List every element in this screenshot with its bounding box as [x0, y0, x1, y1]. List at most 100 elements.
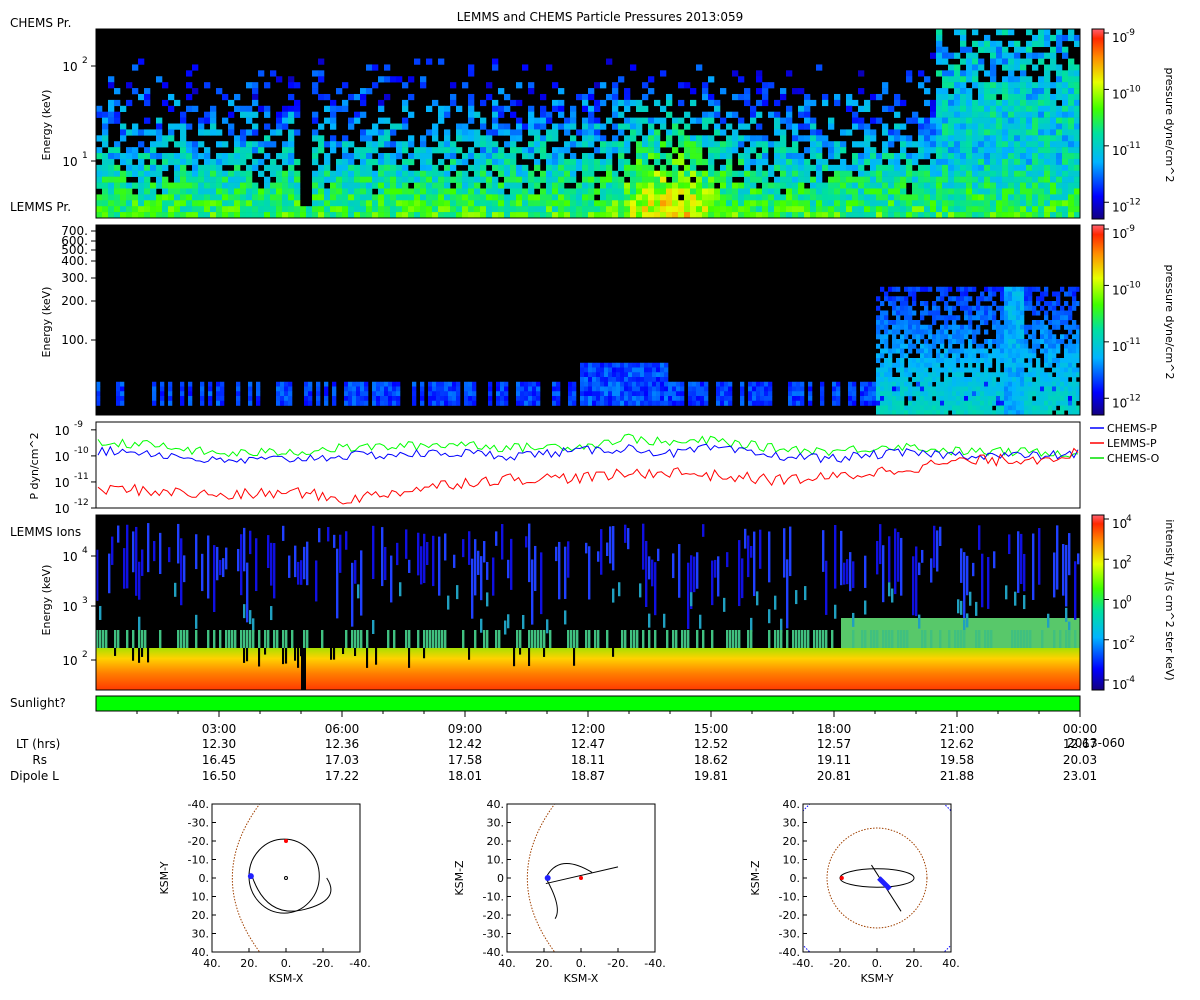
spectrogram-cell — [1028, 405, 1033, 411]
spectrogram-cell — [1060, 367, 1065, 373]
spectrogram-cell — [738, 93, 745, 101]
spectrogram-cell — [870, 188, 877, 195]
spectrogram-cell — [222, 182, 229, 189]
spectrogram-cell — [1008, 362, 1013, 368]
spectrogram-cell — [882, 147, 889, 154]
spectrogram-cell — [108, 170, 115, 177]
ions-band-top — [180, 630, 183, 648]
spectrogram-cell — [702, 93, 709, 101]
spectrogram-cell — [528, 153, 535, 160]
spectrogram-cell — [996, 158, 1003, 166]
spectrogram-cell — [654, 200, 661, 207]
spectrogram-cell — [1064, 377, 1069, 383]
spectrogram-cell — [162, 182, 169, 189]
spectrogram-cell — [620, 372, 625, 378]
spectrogram-cell — [222, 176, 229, 183]
spectrogram-cell — [488, 381, 493, 387]
spectrogram-cell — [920, 324, 925, 330]
spectrogram-cell — [948, 206, 955, 213]
spectrogram-cell — [306, 206, 313, 213]
spectrogram-cell — [828, 176, 835, 183]
spectrogram-cell — [786, 70, 793, 77]
ions-spike — [132, 531, 135, 573]
spectrogram-cell — [1064, 310, 1069, 316]
spectrogram-cell — [318, 141, 325, 148]
spectrogram-cell — [608, 367, 613, 373]
spectrogram-cell — [620, 381, 625, 387]
spectrogram-cell — [336, 158, 343, 166]
spectrogram-cell — [570, 141, 577, 148]
spectrogram-cell — [684, 153, 691, 160]
spectrogram-cell — [996, 105, 1003, 112]
spectrogram-cell — [668, 400, 673, 406]
spectrogram-cell — [1072, 396, 1077, 402]
spectrogram-cell — [816, 188, 823, 195]
spectrogram-cell — [660, 400, 665, 406]
spectrogram-cell — [138, 93, 145, 101]
spectrogram-cell — [168, 391, 173, 397]
spectrogram-cell — [552, 400, 557, 406]
spectrogram-cell — [570, 176, 577, 183]
spectrogram-cell — [972, 339, 977, 345]
spectrogram-cell — [636, 391, 641, 397]
spectrogram-cell — [696, 188, 703, 195]
spectrogram-cell — [948, 123, 955, 130]
spectrogram-cell — [976, 377, 981, 383]
spectrogram-cell — [618, 158, 625, 166]
spectrogram-cell — [588, 372, 593, 378]
spectrogram-cell — [444, 386, 449, 392]
spectrogram-cell — [588, 111, 595, 118]
spectrogram-cell — [888, 158, 895, 166]
spectrogram-cell — [916, 334, 921, 340]
spectrogram-cell — [908, 320, 913, 326]
spectrogram-cell — [992, 324, 997, 330]
spectrogram-cell — [654, 153, 661, 160]
spectrogram-cell — [270, 194, 277, 201]
spectrogram-cell — [876, 153, 883, 160]
spectrogram-cell — [486, 141, 493, 148]
spectrogram-cell — [684, 147, 691, 154]
spectrogram-cell — [756, 70, 763, 77]
spectrogram-cell — [936, 286, 941, 292]
spectrogram-cell — [432, 206, 439, 213]
spectrogram-cell — [660, 123, 667, 130]
spectrogram-cell — [604, 396, 609, 402]
colorbar-tick-exp: -12 — [1126, 197, 1141, 207]
spectrogram-cell — [280, 391, 285, 397]
spectrogram-cell — [678, 99, 685, 107]
spectrogram-cell — [696, 64, 703, 71]
spectrogram-cell — [870, 158, 877, 166]
spectrogram-cell — [180, 400, 185, 406]
spectrogram-cell — [352, 386, 357, 392]
spectrogram-cell — [990, 182, 997, 189]
spectrogram-cell — [988, 386, 993, 392]
ions-spike — [180, 538, 183, 606]
spectrogram-cell — [908, 315, 913, 321]
spectrogram-cell — [690, 147, 697, 154]
ions-spike — [372, 525, 375, 579]
spectrogram-cell — [228, 170, 235, 177]
spectrogram-cell — [1044, 329, 1049, 335]
spectrogram-cell — [888, 372, 893, 378]
spectrogram-cell — [822, 141, 829, 148]
ions-spike — [225, 547, 228, 570]
spectrogram-cell — [636, 129, 643, 136]
spectrogram-cell — [348, 194, 355, 201]
spectrogram-cell — [344, 396, 349, 402]
spectrogram-cell — [480, 135, 487, 142]
spectrogram-cell — [378, 99, 385, 107]
spectrogram-cell — [708, 188, 715, 195]
spectrogram-cell — [936, 105, 943, 112]
spectrogram-cell — [96, 381, 101, 387]
spectrogram-cell — [1062, 70, 1069, 77]
spectrogram-cell — [264, 82, 271, 89]
spectrogram-cell — [870, 200, 877, 207]
spectrogram-cell — [894, 212, 901, 219]
spectrogram-cell — [920, 367, 925, 373]
spectrogram-cell — [524, 386, 529, 392]
spectrogram-cell — [978, 170, 985, 177]
spectrogram-cell — [180, 141, 187, 148]
spectrogram-cell — [468, 99, 475, 107]
spectrogram-cell — [972, 200, 979, 207]
pressure-ytick-exp: -12 — [74, 498, 89, 508]
